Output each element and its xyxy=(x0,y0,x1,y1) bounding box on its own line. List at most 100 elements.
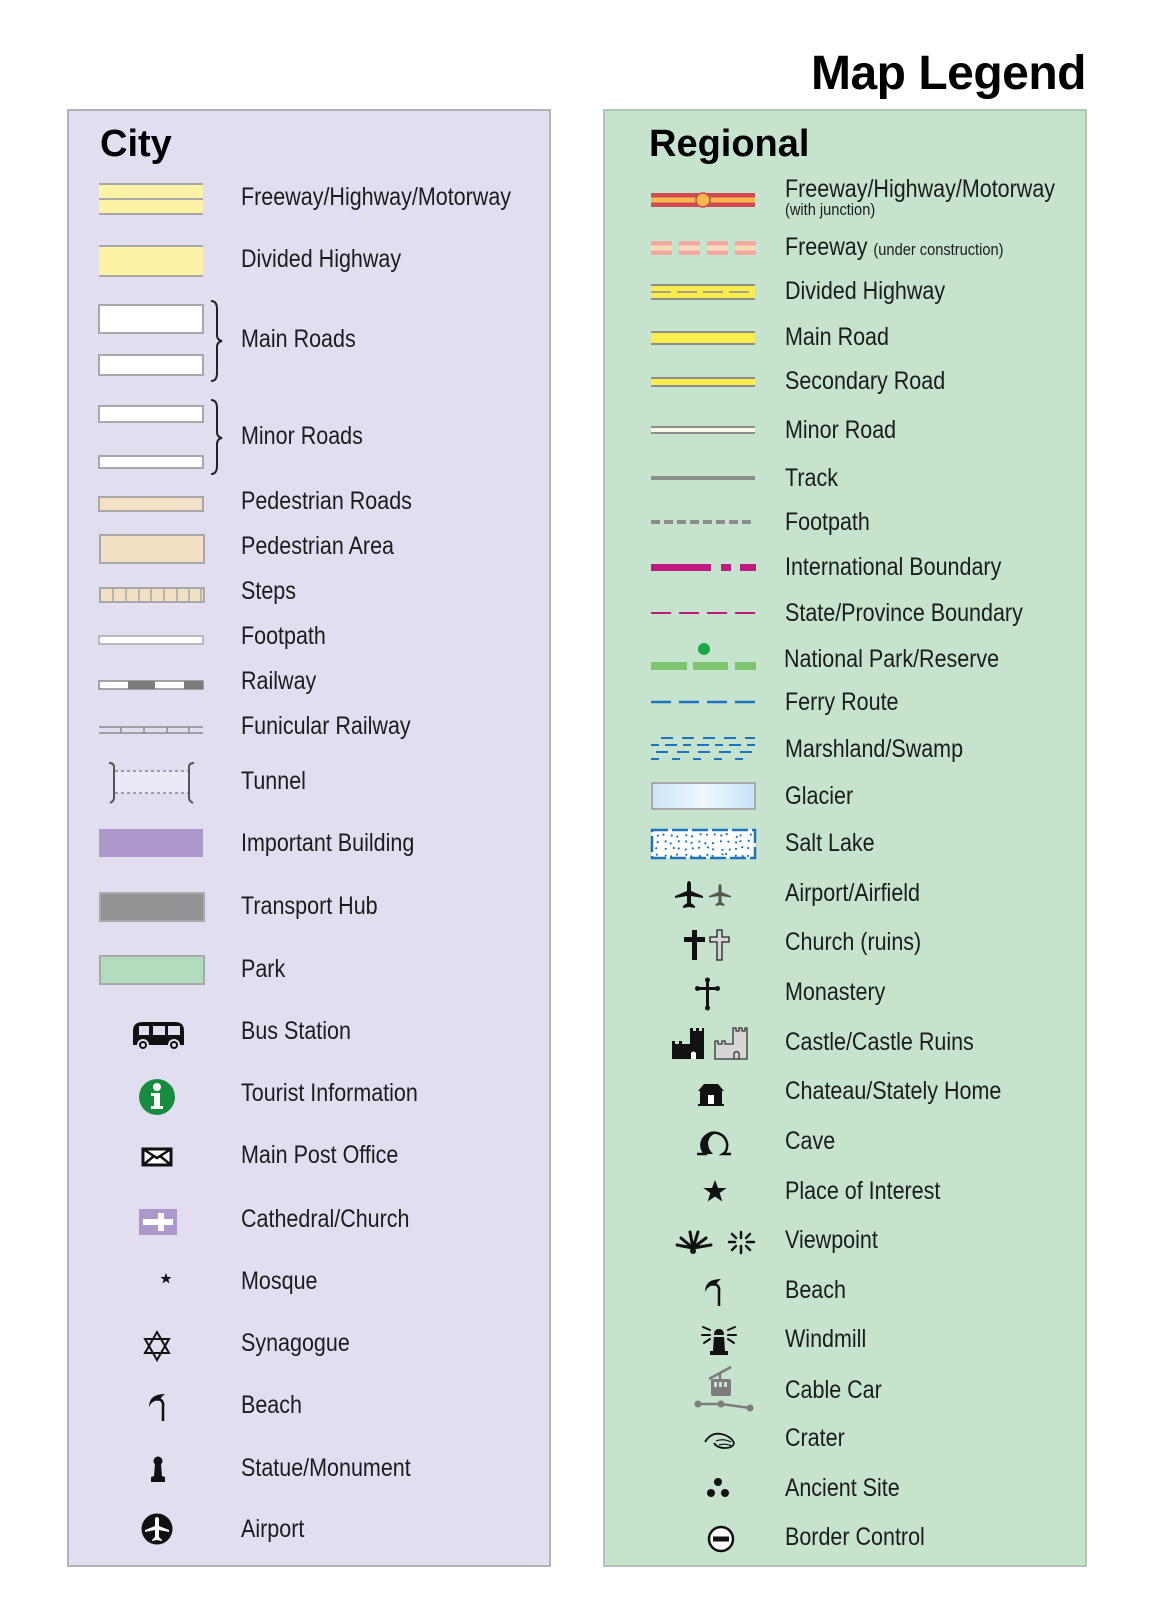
legend-item: Main Roads xyxy=(69,299,549,383)
secondary-road-symbol xyxy=(651,377,755,387)
salt-lake-dot xyxy=(684,848,687,851)
legend-label-main: Freeway xyxy=(785,233,868,261)
legend-label: Tunnel xyxy=(241,767,306,795)
legend-item: Border Control xyxy=(605,1519,1085,1559)
legend-label: Steps xyxy=(241,577,296,605)
salt-lake-dot xyxy=(704,842,707,845)
star-of-david-icon xyxy=(143,1329,171,1363)
legend-label: Marshland/Swamp xyxy=(785,735,964,763)
legend-item: Ferry Route xyxy=(605,686,1085,722)
salt-lake-dot xyxy=(685,853,688,856)
ancient-site-icon xyxy=(707,1478,729,1497)
salt-lake-dot xyxy=(706,853,709,857)
legend-item: Secondary Road xyxy=(605,365,1085,401)
salt-lake-dot xyxy=(675,853,679,856)
salt-lake-dot xyxy=(664,854,667,857)
legend-item: Track xyxy=(605,462,1085,498)
pedestrian-road-symbol xyxy=(98,496,204,512)
legend-label: International Boundary xyxy=(785,553,1002,581)
salt-lake-dot xyxy=(690,855,693,858)
legend-label: Statue/Monument xyxy=(241,1454,411,1482)
legend-item: Tunnel xyxy=(69,761,549,807)
salt-lake-dot xyxy=(739,834,742,837)
salt-lake-dot xyxy=(705,833,709,836)
main-roads-symbol xyxy=(98,300,223,382)
salt-lake-dot xyxy=(656,841,659,844)
salt-lake-dot xyxy=(741,845,744,849)
salt-lake-dot xyxy=(734,847,738,851)
glacier-symbol xyxy=(651,782,756,810)
legend-label: Funicular Railway xyxy=(241,712,411,740)
footpath-symbol xyxy=(98,635,204,645)
salt-lake-dot xyxy=(749,833,752,836)
freeway-line-symbol xyxy=(99,183,203,215)
legend-item: Glacier xyxy=(605,778,1085,818)
legend-item: Synagogue xyxy=(69,1325,549,1365)
salt-lake-dot xyxy=(741,855,744,858)
crescent-star-icon xyxy=(149,1272,172,1296)
salt-lake-dot xyxy=(655,847,658,850)
legend-item: Steps xyxy=(69,575,549,615)
salt-lake-dot xyxy=(662,833,665,836)
regional-heading: Regional xyxy=(649,123,810,165)
main-road-symbol xyxy=(651,331,755,345)
salt-lake-dot xyxy=(711,854,714,857)
legend-label: Secondary Road xyxy=(785,367,946,395)
city-heading: City xyxy=(100,123,172,165)
legend-item: Minor Road xyxy=(605,414,1085,450)
cave-icon xyxy=(697,1131,731,1156)
salt-lake-dot xyxy=(670,834,673,837)
castle-icon xyxy=(672,1027,748,1060)
legend-label: Ferry Route xyxy=(785,688,899,716)
legend-item: Chateau/Stately Home xyxy=(605,1073,1085,1113)
legend-label: Windmill xyxy=(785,1325,867,1353)
legend-label: Castle/Castle Ruins xyxy=(785,1028,974,1056)
park-symbol xyxy=(99,955,205,985)
salt-lake-dot xyxy=(669,855,673,858)
legend-item: Pedestrian Area xyxy=(69,530,549,570)
legend-item: Statue/Monument xyxy=(69,1450,549,1490)
legend-item: State/Province Boundary xyxy=(605,597,1085,633)
salt-lake-dot xyxy=(655,853,658,856)
divided-highway-symbol xyxy=(99,245,203,277)
international-boundary-symbol xyxy=(651,564,756,571)
salt-lake-dot xyxy=(719,840,722,843)
legend-label: Main Post Office xyxy=(241,1141,399,1169)
legend-item: Church (ruins) xyxy=(605,924,1085,964)
legend-item: Windmill xyxy=(605,1321,1085,1361)
salt-lake-dot xyxy=(656,834,660,837)
legend-label: Mosque xyxy=(241,1267,318,1295)
minor-road-symbol xyxy=(651,426,755,434)
legend-label: Minor Roads xyxy=(241,422,363,450)
legend-label: Airport xyxy=(241,1515,305,1543)
legend-item: Footpath xyxy=(605,506,1085,542)
umbrella-icon xyxy=(705,1279,721,1306)
monument-icon xyxy=(151,1456,165,1482)
salt-lake-dot xyxy=(711,842,715,845)
salt-lake-dot xyxy=(685,840,688,843)
tunnel-symbol xyxy=(108,762,195,804)
airport-icon xyxy=(141,1513,173,1545)
ferry-route-symbol xyxy=(651,700,755,704)
footpath-dashed-symbol xyxy=(651,520,755,524)
legend-item: Footpath xyxy=(69,620,549,660)
legend-label: Monastery xyxy=(785,978,886,1006)
legend-label: Glacier xyxy=(785,782,854,810)
salt-lake-dot xyxy=(720,834,723,837)
legend-item: Salt Lake xyxy=(605,825,1085,865)
legend-item: Park xyxy=(69,951,549,991)
transport-hub-symbol xyxy=(99,892,205,922)
legend-sublabel: (with junction) xyxy=(785,200,876,219)
envelope-icon xyxy=(141,1147,173,1167)
legend-label: Railway xyxy=(241,667,317,695)
salt-lake-dot xyxy=(721,853,724,856)
airplane-icon xyxy=(675,881,731,908)
salt-lake-symbol xyxy=(650,828,757,860)
city-legend-panel: City Freeway/Highway/Motorway Divided Hi… xyxy=(67,109,551,1567)
cross-icon xyxy=(684,929,730,961)
legend-label: Main Road xyxy=(785,323,889,351)
legend-item: Important Building xyxy=(69,825,549,865)
legend-label: Important Building xyxy=(241,829,415,857)
salt-lake-dot xyxy=(734,841,738,844)
windmill-icon xyxy=(701,1326,737,1355)
